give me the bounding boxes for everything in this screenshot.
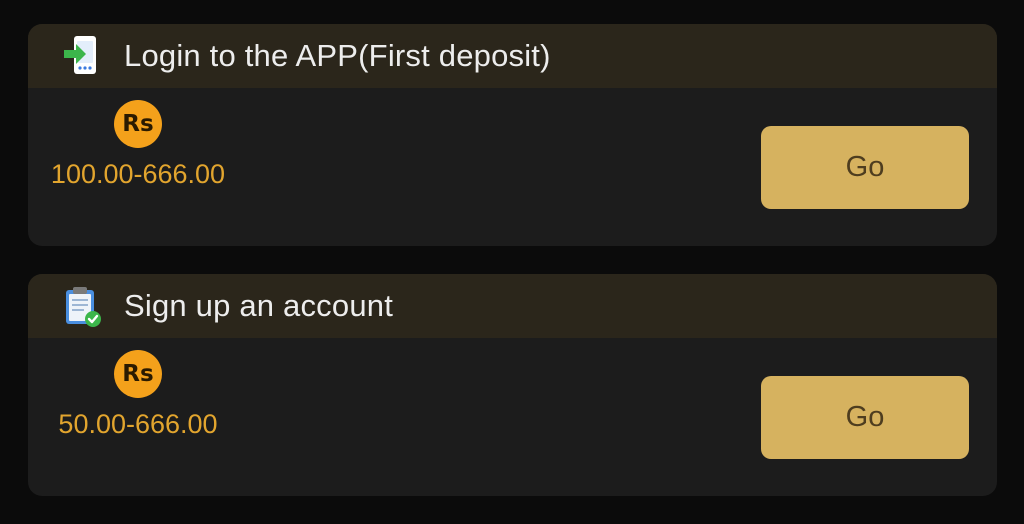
phone-login-icon — [60, 34, 104, 78]
task-header: Login to the APP(First deposit) — [28, 24, 997, 88]
go-button[interactable]: Go — [761, 126, 969, 209]
clipboard-check-icon — [60, 284, 104, 328]
go-button[interactable]: Go — [761, 376, 969, 459]
task-card-login: Login to the APP(First deposit) Rs 100.0… — [28, 24, 997, 246]
task-body: Rs 100.00-666.00 Go — [28, 88, 997, 246]
task-header: Sign up an account — [28, 274, 997, 338]
reward: Rs 100.00-666.00 — [50, 100, 226, 193]
reward-amount: 100.00-666.00 — [50, 159, 226, 189]
reward-amount: 50.00-666.00 — [58, 409, 218, 439]
task-title: Login to the APP(First deposit) — [124, 38, 551, 73]
task-list: Login to the APP(First deposit) Rs 100.0… — [28, 24, 997, 524]
task-card-signup: Sign up an account Rs 50.00-666.00 Go — [28, 274, 997, 496]
task-title: Sign up an account — [124, 288, 394, 323]
task-body: Rs 50.00-666.00 Go — [28, 338, 997, 496]
rupee-coin-icon: Rs — [114, 350, 162, 398]
rupee-coin-icon: Rs — [114, 100, 162, 148]
reward: Rs 50.00-666.00 — [50, 350, 226, 443]
